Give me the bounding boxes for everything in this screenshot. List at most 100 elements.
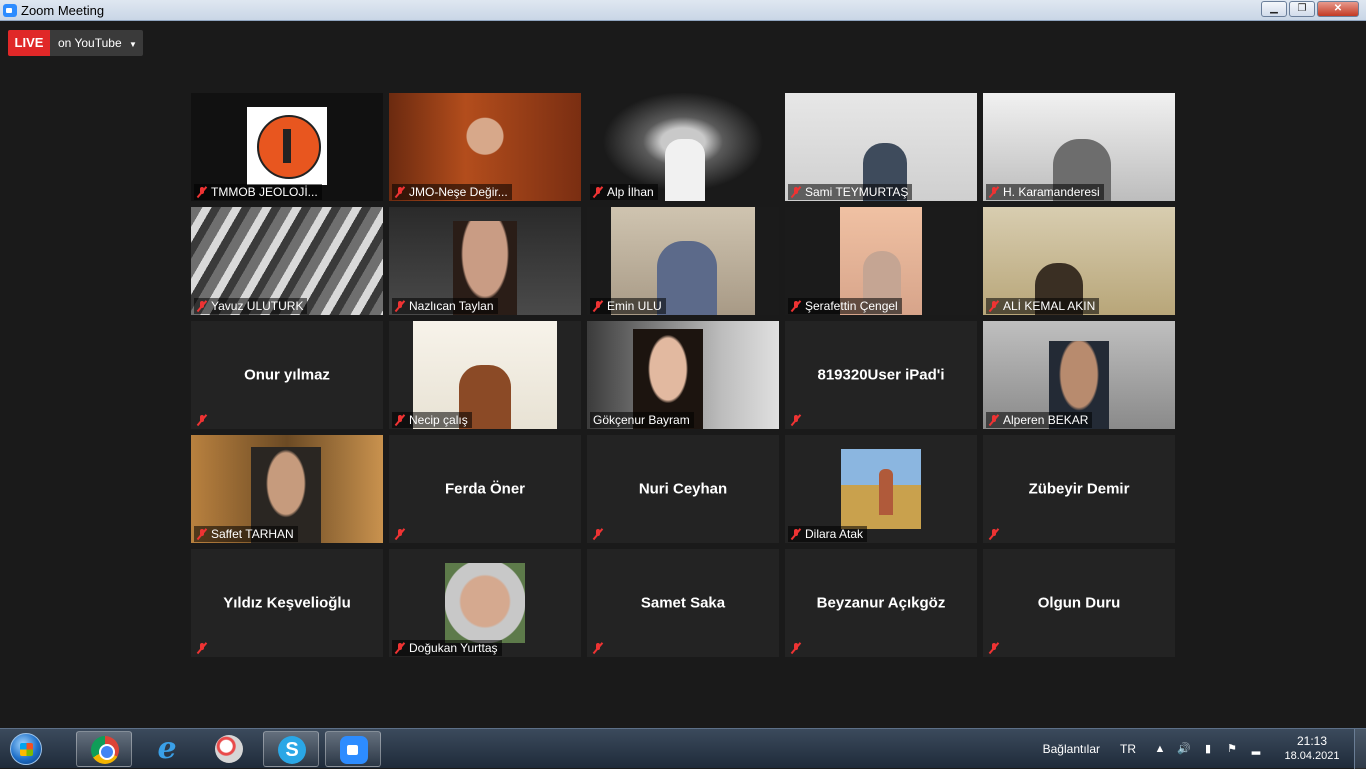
participant-name: ALİ KEMAL AKIN — [1003, 299, 1096, 313]
participant-display-name: Samet Saka — [640, 594, 726, 612]
participant-name: Gökçenur Bayram — [593, 413, 690, 427]
muted-mic-icon — [197, 528, 207, 540]
organization-logo — [247, 107, 327, 185]
muted-mic-icon — [791, 642, 801, 654]
participant-tile[interactable]: Samet Saka — [587, 549, 779, 657]
clock-time: 21:13 — [1296, 734, 1328, 748]
participant-display-name: Onur yılmaz — [244, 366, 330, 384]
chrome-icon — [91, 736, 119, 764]
taskbar-app-chrome[interactable] — [76, 731, 132, 767]
participant-tile[interactable]: Sami TEYMURTAŞ — [785, 93, 977, 201]
network-icon[interactable]: ▂ — [1248, 742, 1264, 756]
participant-tile[interactable]: Şerafettin Çengel — [785, 207, 977, 315]
clock-date: 18.04.2021 — [1284, 750, 1340, 762]
participant-name: Nazlıcan Taylan — [409, 299, 494, 313]
participant-tile[interactable]: Alperen BEKAR — [983, 321, 1175, 429]
participant-name-label — [986, 526, 1003, 542]
live-badge: LIVE — [8, 30, 50, 56]
participant-display-name: Olgun Duru — [1037, 594, 1121, 612]
participant-tile[interactable]: TMMOB JEOLOJİ... — [191, 93, 383, 201]
participant-tile[interactable]: Beyzanur Açıkgöz — [785, 549, 977, 657]
participant-display-name: Beyzanur Açıkgöz — [816, 594, 946, 612]
live-destination-label: on YouTube — [58, 36, 122, 50]
muted-mic-icon — [989, 186, 999, 198]
participant-name-label: Alp İlhan — [590, 184, 658, 200]
minimize-button[interactable]: ▁ — [1261, 1, 1287, 17]
participant-name-label — [788, 412, 805, 428]
participant-tile[interactable]: Yıldız Keşvelioğlu — [191, 549, 383, 657]
participant-name-label: Şerafettin Çengel — [788, 298, 902, 314]
participant-tile[interactable]: Ferda Öner — [389, 435, 581, 543]
taskbar-app-internet-explorer[interactable]: e — [139, 731, 195, 767]
start-button[interactable] — [4, 731, 48, 767]
live-destination-dropdown[interactable]: on YouTube ▼ — [50, 30, 143, 56]
participant-tile[interactable]: 819320User iPad'i — [785, 321, 977, 429]
muted-mic-icon — [791, 186, 801, 198]
participant-tile[interactable]: Necip çalış — [389, 321, 581, 429]
paint-icon — [215, 735, 243, 763]
muted-mic-icon — [395, 186, 405, 198]
participant-tile[interactable]: Nazlıcan Taylan — [389, 207, 581, 315]
zoom-app-icon — [3, 4, 17, 17]
participant-name: Emin ULU — [607, 299, 662, 313]
taskbar-app-skype[interactable]: S — [263, 731, 319, 767]
show-hidden-icons-icon[interactable]: ▲ — [1152, 742, 1168, 756]
show-desktop-button[interactable] — [1354, 729, 1366, 769]
chevron-down-icon: ▼ — [128, 40, 137, 49]
participant-tile[interactable]: Gökçenur Bayram — [587, 321, 779, 429]
muted-mic-icon — [593, 186, 603, 198]
participant-name-label: H. Karamanderesi — [986, 184, 1104, 200]
close-button[interactable]: ✕ — [1317, 1, 1359, 17]
participant-name-label: Doğukan Yurttaş — [392, 640, 502, 656]
muted-mic-icon — [989, 300, 999, 312]
participant-tile[interactable]: Doğukan Yurttaş — [389, 549, 581, 657]
participant-name: Alp İlhan — [607, 185, 654, 199]
participant-tile[interactable]: JMO-Neşe Değir... — [389, 93, 581, 201]
muted-mic-icon — [989, 528, 999, 540]
participant-display-name: Yıldız Keşvelioğlu — [223, 594, 351, 612]
taskbar-app-paint[interactable] — [201, 731, 257, 767]
participant-tile[interactable]: Onur yılmaz — [191, 321, 383, 429]
muted-mic-icon — [593, 528, 603, 540]
participant-tile[interactable]: Saffet TARHAN — [191, 435, 383, 543]
muted-mic-icon — [395, 528, 405, 540]
participant-name: Alperen BEKAR — [1003, 413, 1089, 427]
participant-name-label: Nazlıcan Taylan — [392, 298, 498, 314]
participant-name: Şerafettin Çengel — [805, 299, 898, 313]
participant-video — [841, 449, 921, 529]
participant-tile[interactable]: H. Karamanderesi — [983, 93, 1175, 201]
muted-mic-icon — [197, 300, 207, 312]
participant-tile[interactable]: ALİ KEMAL AKIN — [983, 207, 1175, 315]
participant-tile[interactable]: Zübeyir Demir — [983, 435, 1175, 543]
participant-tile[interactable]: Dilara Atak — [785, 435, 977, 543]
participant-name-label: Alperen BEKAR — [986, 412, 1093, 428]
window-titlebar[interactable]: Zoom Meeting ▁ ❐ ✕ — [0, 0, 1366, 21]
live-stream-indicator[interactable]: LIVE on YouTube ▼ — [8, 30, 143, 56]
participant-name-label — [590, 526, 607, 542]
links-toolbar[interactable]: Bağlantılar — [1043, 742, 1100, 756]
clock[interactable]: 21:13 18.04.2021 — [1276, 734, 1348, 764]
participant-tile[interactable]: Emin ULU — [587, 207, 779, 315]
participant-tile[interactable]: Yavuz ULUTURK — [191, 207, 383, 315]
participant-name-label: Gökçenur Bayram — [590, 412, 694, 428]
muted-mic-icon — [989, 414, 999, 426]
muted-mic-icon — [395, 642, 405, 654]
participant-tile[interactable]: Olgun Duru — [983, 549, 1175, 657]
taskbar-app-zoom[interactable] — [325, 731, 381, 767]
muted-mic-icon — [791, 414, 801, 426]
action-center-icon[interactable]: ⚑ — [1224, 742, 1240, 756]
volume-icon[interactable]: 🔊 — [1176, 742, 1192, 756]
window-title: Zoom Meeting — [21, 3, 105, 18]
participant-display-name: Nuri Ceyhan — [638, 480, 728, 498]
participant-tile[interactable]: Alp İlhan — [587, 93, 779, 201]
muted-mic-icon — [197, 642, 207, 654]
participant-name-label: Saffet TARHAN — [194, 526, 298, 542]
muted-mic-icon — [791, 300, 801, 312]
maximize-button[interactable]: ❐ — [1289, 1, 1315, 17]
language-indicator[interactable]: TR — [1120, 742, 1136, 756]
muted-mic-icon — [395, 300, 405, 312]
participant-tile[interactable]: Nuri Ceyhan — [587, 435, 779, 543]
power-icon[interactable]: ▮ — [1200, 742, 1216, 756]
participant-name-label: JMO-Neşe Değir... — [392, 184, 512, 200]
participant-name-label: TMMOB JEOLOJİ... — [194, 184, 322, 200]
